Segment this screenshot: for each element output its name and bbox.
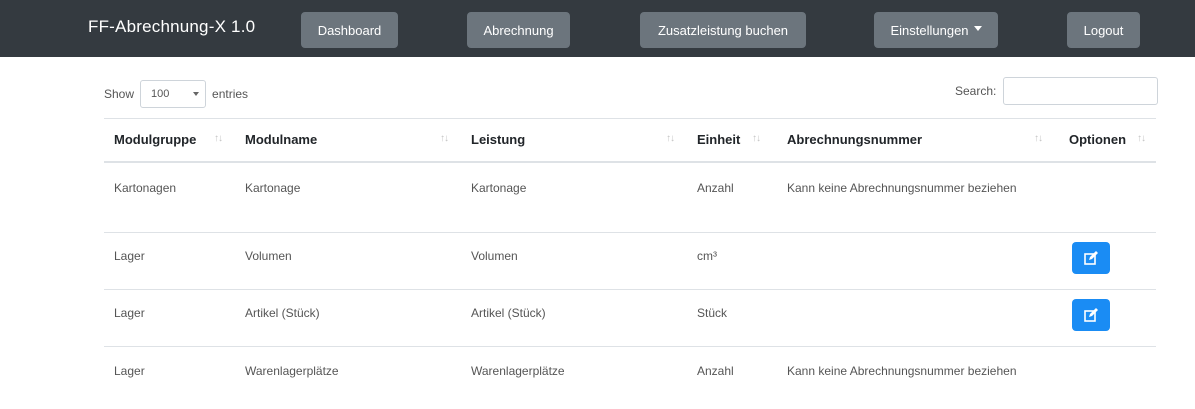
cell-einheit: Anzahl xyxy=(697,364,734,378)
nav-logout-button[interactable]: Logout xyxy=(1067,12,1140,48)
nav-dashboard-label: Dashboard xyxy=(317,22,382,38)
cell-leistung: Artikel (Stück) xyxy=(471,306,546,320)
edit-button[interactable] xyxy=(1072,299,1110,331)
edit-button[interactable] xyxy=(1072,242,1110,274)
nav-abrechnung-label: Abrechnung xyxy=(483,22,554,38)
column-header-abrechnungsnummer[interactable]: Abrechnungsnummer xyxy=(787,132,922,147)
search-control: Search: xyxy=(955,77,1159,105)
cell-leistung: Volumen xyxy=(471,249,518,263)
cell-modulname: Volumen xyxy=(245,249,292,263)
search-label: Search: xyxy=(955,84,997,98)
table-header-top-border xyxy=(104,118,1156,119)
cell-modulgruppe: Lager xyxy=(114,364,145,378)
column-header-modulname[interactable]: Modulname xyxy=(245,132,317,147)
edit-icon xyxy=(1084,308,1098,322)
cell-modulgruppe: Lager xyxy=(114,306,145,320)
caret-down-icon xyxy=(973,25,982,31)
cell-einheit: cm³ xyxy=(697,249,717,263)
cell-modulname: Warenlagerplätze xyxy=(245,364,339,378)
entries-length-control: Show 100 entries xyxy=(104,80,248,108)
row-divider xyxy=(104,289,1156,290)
nav-abrechnung-button[interactable]: Abrechnung xyxy=(467,12,570,48)
entries-select-value: 100 xyxy=(151,88,170,100)
sort-icon[interactable]: ↑↓ xyxy=(1034,133,1043,144)
cell-modulgruppe: Kartonagen xyxy=(114,181,177,195)
entries-select[interactable]: 100 xyxy=(140,80,207,108)
sort-icon[interactable]: ↑↓ xyxy=(1137,133,1146,144)
navbar: FF-Abrechnung-X 1.0 Dashboard Abrechnung… xyxy=(0,0,1195,57)
column-header-modulgruppe[interactable]: Modulgruppe xyxy=(114,132,196,147)
cell-leistung: Kartonage xyxy=(471,181,527,195)
nav-einstellungen-dropdown[interactable]: Einstellungen xyxy=(874,12,998,48)
search-input[interactable] xyxy=(1003,77,1159,105)
app-brand[interactable]: FF-Abrechnung-X 1.0 xyxy=(88,17,255,37)
sort-icon[interactable]: ↑↓ xyxy=(666,133,675,144)
nav-logout-label: Logout xyxy=(1083,22,1124,38)
sort-icon[interactable]: ↑↓ xyxy=(440,133,449,144)
chevron-down-icon xyxy=(193,92,200,96)
sort-icon[interactable]: ↑↓ xyxy=(214,133,223,144)
cell-modulgruppe: Lager xyxy=(114,249,145,263)
column-header-einheit[interactable]: Einheit xyxy=(697,132,740,147)
column-header-optionen[interactable]: Optionen xyxy=(1069,132,1126,147)
column-header-leistung[interactable]: Leistung xyxy=(471,132,525,147)
table-header-bottom-border xyxy=(104,161,1156,163)
nav-zusatzleistung-label: Zusatzleistung buchen xyxy=(657,22,789,38)
edit-icon xyxy=(1084,251,1098,265)
row-divider xyxy=(104,346,1156,347)
nav-dashboard-button[interactable]: Dashboard xyxy=(301,12,398,48)
cell-einheit: Stück xyxy=(697,306,728,320)
cell-abrechnungsnummer: Kann keine Abrechnungsnummer beziehen xyxy=(787,181,1017,195)
entries-label: entries xyxy=(212,87,249,101)
cell-modulname: Kartonage xyxy=(245,181,301,195)
cell-modulname: Artikel (Stück) xyxy=(245,306,320,320)
show-label: Show xyxy=(104,87,135,101)
cell-leistung: Warenlagerplätze xyxy=(471,364,565,378)
cell-abrechnungsnummer: Kann keine Abrechnungsnummer beziehen xyxy=(787,364,1017,378)
nav-zusatzleistung-button[interactable]: Zusatzleistung buchen xyxy=(640,12,806,48)
nav-einstellungen-label: Einstellungen xyxy=(890,22,969,38)
sort-icon[interactable]: ↑↓ xyxy=(752,133,761,144)
cell-einheit: Anzahl xyxy=(697,181,734,195)
row-divider xyxy=(104,232,1156,233)
